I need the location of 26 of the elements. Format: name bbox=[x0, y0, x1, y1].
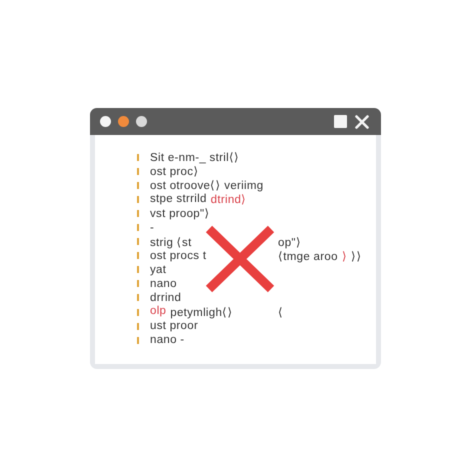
code-text: vst proop"⟩ bbox=[150, 207, 210, 220]
code-text: ⟨tmge aroo bbox=[278, 250, 338, 263]
code-text: drrind bbox=[150, 292, 182, 304]
code-text: ost procs t bbox=[150, 250, 206, 262]
code-text: ost proc⟩ bbox=[150, 165, 199, 178]
code-text: stpe strrild bbox=[150, 193, 207, 206]
code-text: strig ⟨st bbox=[150, 236, 192, 249]
close-icon[interactable] bbox=[355, 114, 369, 128]
code-text: ust proor bbox=[150, 320, 198, 332]
code-text: nano bbox=[150, 278, 177, 290]
code-keyword: olp bbox=[150, 305, 166, 320]
window-control-dot[interactable] bbox=[100, 116, 111, 127]
code-text: Sit e-nm-_ stril⟨⟩ bbox=[150, 151, 240, 164]
code-keyword: ⟩ bbox=[342, 250, 348, 263]
window-control-dot[interactable] bbox=[118, 116, 129, 127]
code-text: - bbox=[150, 222, 154, 234]
code-text: ⟨ bbox=[278, 306, 284, 320]
window-control-dot[interactable] bbox=[136, 116, 147, 127]
code-text: petymligh⟨⟩ bbox=[170, 306, 233, 320]
code-text: yat bbox=[150, 264, 166, 276]
code-text: nano - bbox=[150, 334, 184, 346]
cross-mark-icon bbox=[205, 225, 275, 293]
code-text: ⟩⟩ bbox=[351, 250, 362, 263]
code-text: op"⟩ bbox=[278, 236, 302, 249]
code-keyword: dtrind⟩ bbox=[210, 193, 247, 206]
code-text: ost otroove⟨⟩ veriimg bbox=[150, 179, 264, 192]
